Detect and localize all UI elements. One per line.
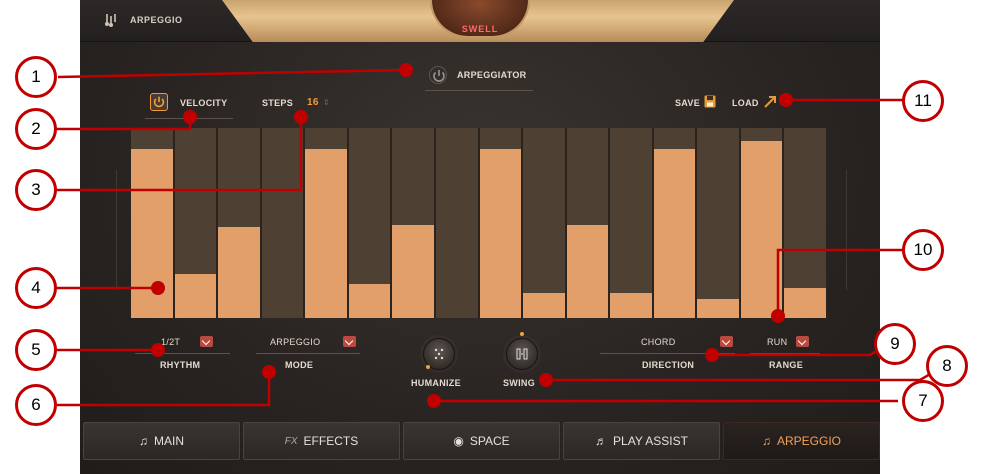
- annotation-line-9: [712, 340, 893, 357]
- annotation-marker-11: 11: [902, 80, 944, 122]
- annotation-line-2: [56, 117, 192, 131]
- annotation-dot-11: [779, 93, 793, 107]
- annotation-dot-7: [427, 394, 441, 408]
- annotation-marker-1: 1: [15, 56, 57, 98]
- annotation-marker-10: 10: [902, 229, 944, 271]
- annotation-line-10: [776, 248, 903, 316]
- annotation-dot-6: [262, 365, 276, 379]
- annotation-marker-9: 9: [874, 323, 916, 365]
- annotation-lines: [56, 68, 945, 407]
- annotation-dot-2: [183, 110, 197, 124]
- annotation-line-8: [546, 364, 945, 382]
- annotation-line-6: [56, 372, 271, 407]
- annotation-dot-8: [539, 373, 553, 387]
- annotation-dot-3: [294, 110, 308, 124]
- annotation-marker-4: 4: [15, 267, 57, 309]
- annotation-marker-8: 8: [926, 345, 968, 387]
- annotation-marker-5: 5: [15, 329, 57, 371]
- annotation-marker-6: 6: [15, 384, 57, 426]
- annotation-marker-2: 2: [15, 108, 57, 150]
- annotation-dot-1: [399, 63, 413, 77]
- annotation-dot-10: [771, 309, 785, 323]
- annotation-marker-3: 3: [15, 169, 57, 211]
- annotation-dot-9: [705, 348, 719, 362]
- annotation-marker-7: 7: [902, 380, 944, 422]
- annotation-line-1: [57, 68, 407, 79]
- annotation-dot-5: [151, 343, 165, 357]
- annotation-dot-4: [151, 281, 165, 295]
